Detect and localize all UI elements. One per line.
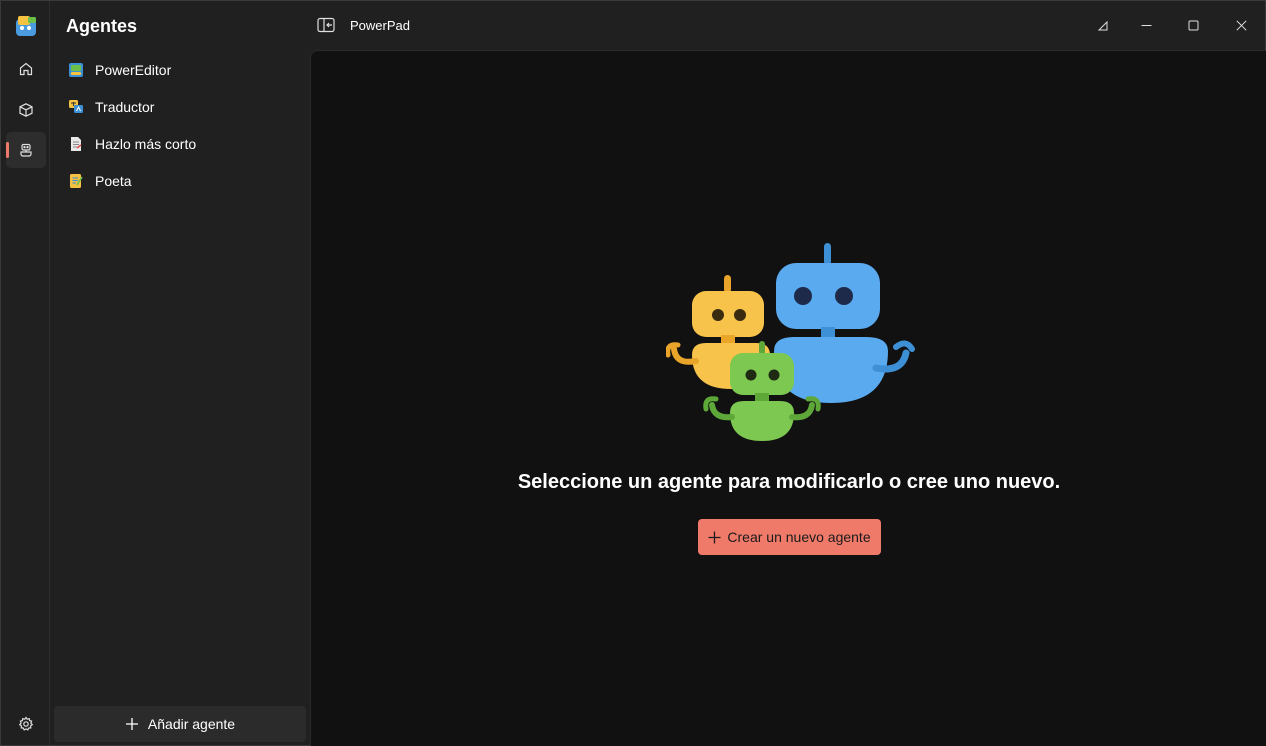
compact-overlay-icon (1097, 20, 1107, 30)
nav-rail (1, 1, 50, 745)
add-agent-button[interactable]: Añadir agente (54, 706, 306, 742)
plus-icon (125, 718, 138, 730)
agent-label: Poeta (95, 172, 132, 189)
maximize-icon (1188, 20, 1198, 30)
main-content: Seleccione un agente para modificarlo o … (310, 50, 1266, 746)
plus-icon (708, 531, 721, 543)
agent-list: PowerEditor Traductor Hazlo más corto Po… (61, 51, 305, 199)
minimize-icon (1141, 24, 1151, 26)
close-button[interactable] (1218, 9, 1264, 41)
rail-home-button[interactable] (6, 51, 46, 87)
pane-toggle-icon[interactable] (317, 17, 335, 33)
rail-agents-button[interactable] (6, 132, 46, 168)
robot-icon (20, 143, 32, 157)
notebook-icon (70, 173, 83, 188)
rail-settings-button[interactable] (6, 706, 46, 742)
power-editor-icon (69, 62, 83, 77)
app-title: PowerPad (350, 18, 410, 33)
pane-title: Agentes (66, 16, 138, 36)
blue-robot (774, 243, 915, 403)
agent-label: Hazlo más corto (95, 135, 197, 152)
create-agent-label: Crear un nuevo agente (727, 529, 871, 545)
app-window: Agentes PowerEditor Traductor Hazlo más … (0, 0, 1266, 746)
selection-indicator (6, 142, 9, 158)
cube-icon (19, 103, 33, 117)
agent-item-traductor[interactable]: Traductor (61, 88, 305, 125)
gear-icon (18, 716, 34, 731)
close-icon (1235, 19, 1247, 31)
minimize-button[interactable] (1123, 9, 1169, 41)
robots-illustration (666, 243, 915, 441)
create-agent-button[interactable]: Crear un nuevo agente (698, 519, 881, 555)
home-icon (19, 62, 33, 76)
translator-icon (69, 99, 83, 113)
agent-item-powereditor[interactable]: PowerEditor (61, 51, 305, 88)
agent-item-hazlo-mas-corto[interactable]: Hazlo más corto (61, 125, 305, 162)
title-bar: PowerPad (309, 1, 1265, 50)
add-agent-label: Añadir agente (147, 716, 236, 732)
rail-models-button[interactable] (6, 92, 46, 128)
compact-overlay-button[interactable] (1079, 9, 1125, 41)
document-icon (71, 136, 82, 151)
agent-item-poeta[interactable]: Poeta (61, 162, 305, 199)
agent-label: PowerEditor (95, 61, 172, 78)
empty-state-message: Seleccione un agente para modificarlo o … (517, 471, 1061, 493)
maximize-button[interactable] (1170, 9, 1216, 41)
agent-label: Traductor (95, 98, 155, 115)
app-logo-icon (16, 16, 36, 36)
agents-pane: Agentes PowerEditor Traductor Hazlo más … (51, 1, 309, 745)
